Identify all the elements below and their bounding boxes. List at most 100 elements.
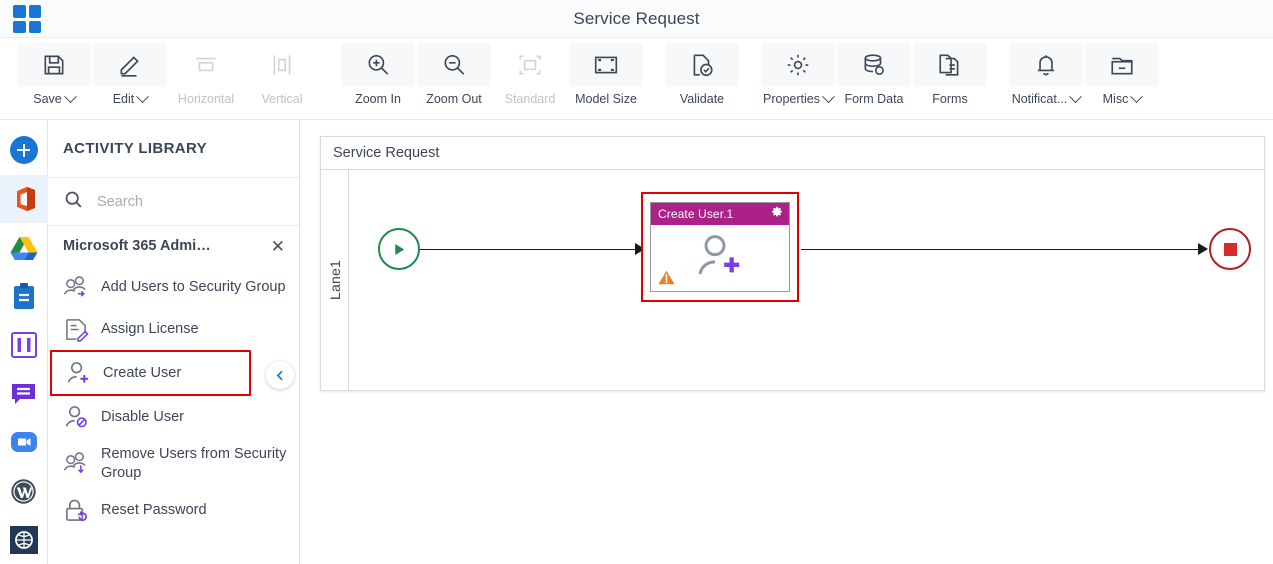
activity-item-label: Create User <box>103 364 182 381</box>
toolbar-button-form-data[interactable]: Form Data <box>836 43 912 115</box>
chevron-down-icon <box>63 89 77 103</box>
clipboard-icon <box>13 283 34 310</box>
rail-item-chat[interactable] <box>0 369 48 418</box>
rail-item-jira[interactable] <box>0 321 48 370</box>
toolbar-label: Vertical <box>261 92 303 106</box>
toolbar-label: Save <box>33 89 77 106</box>
gear-icon <box>761 43 835 87</box>
sequence-flow-1[interactable] <box>420 249 638 250</box>
toolbar-button-horizontal[interactable]: Horizontal <box>168 43 244 115</box>
warning-triangle-icon <box>658 270 675 285</box>
rail-item-office365[interactable] <box>0 174 48 224</box>
office365-icon <box>12 187 35 211</box>
create-user-icon <box>695 234 745 284</box>
activity-item-create-user[interactable]: Create User <box>50 350 251 396</box>
toolbar-button-vertical[interactable]: Vertical <box>244 43 320 115</box>
toolbar-label-text: Misc <box>1102 92 1129 106</box>
toolbar-label: Misc <box>1102 89 1144 106</box>
search-icon <box>63 189 84 215</box>
toolbar-button-save[interactable]: Save <box>16 43 92 115</box>
toolbar-label: Zoom Out <box>426 92 482 106</box>
rail-item-google-drive[interactable] <box>0 223 48 272</box>
toolbar-button-model-size[interactable]: Model Size <box>568 43 644 115</box>
disable-user-icon <box>62 403 90 431</box>
chevron-left-icon <box>276 370 283 380</box>
toolbar-button-edit[interactable]: Edit <box>92 43 168 115</box>
pool-lane: Lane1 Create User.1 <box>321 170 1264 390</box>
app-rail <box>0 120 48 564</box>
toolbar-button-standard[interactable]: Standard <box>492 43 568 115</box>
zoom-out-icon <box>417 43 491 87</box>
lane-body[interactable]: Create User.1 <box>349 170 1264 390</box>
zoom-app-icon <box>10 432 37 453</box>
play-triangle-icon <box>394 243 404 255</box>
start-event[interactable] <box>378 228 420 270</box>
save-icon <box>17 43 91 87</box>
toolbar-button-properties[interactable]: Properties <box>760 43 836 115</box>
chevron-down-icon <box>822 89 835 103</box>
task-header: Create User.1 <box>651 203 789 225</box>
activity-item-assign-license[interactable]: Assign License <box>48 308 299 350</box>
toolbar-button-notifications[interactable]: Notificat... <box>1008 43 1084 115</box>
sequence-flow-2[interactable] <box>801 249 1199 250</box>
end-event[interactable] <box>1209 228 1251 270</box>
toolbar-label: Horizontal <box>177 92 235 106</box>
horizontal-align-icon <box>169 43 243 87</box>
document-icon <box>913 43 987 87</box>
plus-circle-icon <box>9 136 38 165</box>
panel-collapse-button[interactable] <box>266 361 294 389</box>
stop-square-icon <box>1223 242 1237 256</box>
toolbar-label: Edit <box>112 89 150 106</box>
vertical-align-icon <box>245 43 319 87</box>
standard-size-icon <box>493 43 567 87</box>
diagram-canvas[interactable]: Service Request Lane1 Create User.1 <box>300 120 1273 564</box>
process-pool: Service Request Lane1 Create User.1 <box>320 136 1265 391</box>
google-drive-icon <box>10 236 37 260</box>
activity-category-name: Microsoft 365 Admi… <box>63 238 211 254</box>
validate-icon <box>665 43 739 87</box>
gear-icon[interactable] <box>771 205 783 223</box>
chevron-down-icon <box>136 89 150 103</box>
close-icon[interactable]: ✕ <box>271 238 285 255</box>
reset-password-icon <box>62 496 90 524</box>
chat-icon <box>12 383 35 404</box>
toolbar-label: Forms <box>932 92 968 106</box>
activity-item-add-users-to-security-group[interactable]: Add Users to Security Group <box>48 266 299 308</box>
database-icon <box>837 43 911 87</box>
pool-title: Service Request <box>321 137 1264 170</box>
toolbar-label: Properties <box>763 89 835 106</box>
activity-library-panel: ACTIVITY LIBRARY Microsoft 365 Admi… ✕ A… <box>48 120 300 564</box>
activity-category-row: Microsoft 365 Admi… ✕ <box>48 226 299 266</box>
toolbar-button-zoom-out[interactable]: Zoom Out <box>416 43 492 115</box>
task-create-user[interactable]: Create User.1 <box>650 202 790 292</box>
activity-item-reset-password[interactable]: Reset Password <box>48 489 299 531</box>
model-size-icon <box>569 43 643 87</box>
toolbar-button-zoom-in[interactable]: Zoom In <box>340 43 416 115</box>
create-user-icon <box>64 359 92 387</box>
add-users-to-group-icon <box>62 273 90 301</box>
lane-label: Lane1 <box>326 260 343 300</box>
activity-item-remove-users-from-security-group[interactable]: Remove Users from Security Group <box>48 438 299 489</box>
activity-item-label: Disable User <box>101 408 184 425</box>
toolbar-label-text: Edit <box>112 92 135 106</box>
toolbar-button-misc[interactable]: Misc <box>1084 43 1160 115</box>
search-input[interactable] <box>95 192 255 211</box>
bell-icon <box>1009 43 1083 87</box>
toolbar-label: Validate <box>679 92 725 106</box>
page-title: Service Request <box>573 9 700 28</box>
rail-item-wordpress[interactable] <box>0 467 48 516</box>
top-bar: Service Request <box>0 0 1273 38</box>
rail-item-clipboard[interactable] <box>0 272 48 321</box>
activity-library-title: ACTIVITY LIBRARY <box>48 120 299 178</box>
toolbar-button-forms[interactable]: Forms <box>912 43 988 115</box>
toolbar-label: Notificat... <box>1012 89 1083 106</box>
rail-item-globe-grid[interactable] <box>0 515 48 564</box>
toolbar-label: Form Data <box>844 92 904 106</box>
activity-item-disable-user[interactable]: Disable User <box>48 396 299 438</box>
folder-icon <box>1085 43 1159 87</box>
toolbar: Save Edit Horizontal Vertical Zoom In Zo… <box>0 38 1273 120</box>
toolbar-label-text: Properties <box>763 92 820 106</box>
rail-item-zoom[interactable] <box>0 418 48 467</box>
toolbar-button-validate[interactable]: Validate <box>664 43 740 115</box>
add-connector-button[interactable] <box>0 126 48 175</box>
